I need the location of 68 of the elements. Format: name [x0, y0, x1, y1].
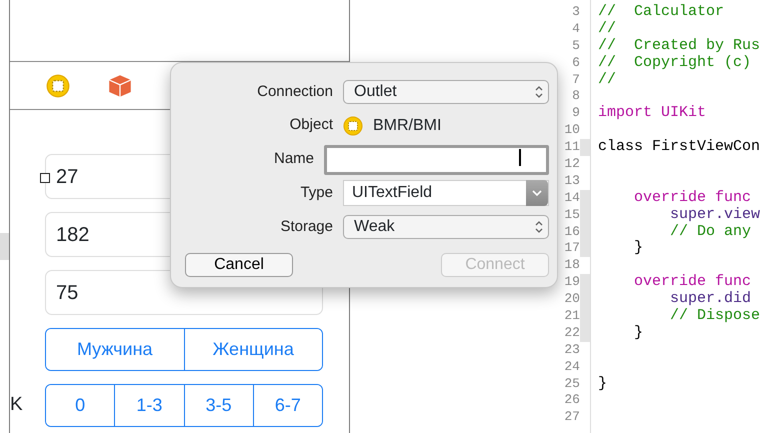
line-number: 5 — [572, 38, 580, 53]
resize-handle[interactable] — [40, 173, 50, 183]
cancel-button[interactable]: Cancel — [185, 253, 293, 277]
chevron-icon — [534, 220, 544, 234]
code-line: // Copyright (c) — [598, 54, 751, 71]
line-number: 24 — [564, 358, 580, 374]
line-number: 27 — [564, 409, 580, 424]
code-line: override func — [632, 188, 751, 206]
text-cursor — [519, 149, 520, 166]
line-number: 18 — [564, 257, 580, 272]
code-line: // Created by Rus — [598, 36, 760, 54]
segment-button[interactable]: 3-5 — [184, 385, 254, 426]
popup-button[interactable]: Outlet — [343, 80, 549, 104]
cube-icon[interactable] — [108, 74, 132, 98]
code-line: // Calculator — [598, 3, 724, 20]
line-number: 13 — [564, 172, 580, 188]
line-number: 23 — [564, 342, 580, 357]
segmented-control[interactable]: 0 1-3 3-5 6-7 — [45, 384, 323, 427]
code-line: super.did — [668, 290, 751, 308]
field-label: Object — [288, 115, 333, 136]
line-number: 8 — [572, 88, 580, 104]
line-number: 25 — [564, 376, 580, 391]
code-line: // Do any — [668, 222, 751, 240]
line-number: 14 — [564, 190, 580, 205]
line-number: 3 — [572, 4, 580, 19]
line-number: 4 — [572, 20, 580, 36]
code-line: // — [598, 20, 616, 37]
line-number: 19 — [564, 274, 580, 290]
segment-button[interactable]: 0 — [46, 385, 116, 426]
code-line: override func — [632, 273, 751, 290]
line-number: 6 — [572, 54, 580, 70]
code-line: super.view — [668, 206, 760, 223]
line-number: 21 — [564, 308, 580, 324]
object-name: BMR/BMI — [373, 116, 442, 136]
code-line: } — [632, 239, 643, 256]
segment-button[interactable]: Мужчина — [46, 329, 184, 370]
code-line: // — [598, 70, 616, 88]
line-number: 11 — [564, 139, 580, 154]
line-number: 7 — [572, 72, 580, 87]
field-label: Connection — [256, 82, 333, 102]
caret-icon[interactable] — [526, 180, 548, 206]
code-line: } — [632, 324, 643, 341]
popup-button[interactable]: Weak — [343, 215, 549, 240]
code-line: // Dispose — [668, 307, 760, 324]
line-number: 10 — [564, 122, 580, 138]
field-label: Name — [272, 149, 314, 170]
segment-button[interactable]: Женщина — [184, 329, 322, 370]
code-line: import UIKit — [598, 104, 706, 122]
view-controller-icon — [343, 116, 363, 136]
panel-band — [0, 233, 9, 260]
type-combo-box[interactable]: UITextField — [343, 180, 549, 206]
field-label: Storage — [279, 216, 333, 237]
label-text: K — [10, 392, 24, 416]
segmented-control[interactable]: Мужчина Женщина — [45, 328, 323, 371]
line-number: 17 — [564, 240, 580, 256]
line-number: 20 — [564, 291, 580, 306]
field-label: Type — [299, 183, 333, 204]
line-number: 15 — [564, 206, 580, 222]
line-number: 26 — [564, 392, 580, 408]
chevron-icon — [534, 84, 544, 99]
code-line: } — [598, 374, 607, 392]
code-line: class FirstViewCon — [598, 138, 760, 156]
view-controller-icon[interactable] — [46, 74, 70, 98]
line-number: 16 — [564, 224, 580, 239]
name-field[interactable] — [324, 144, 549, 174]
line-number: 12 — [564, 156, 580, 172]
line-number: 9 — [572, 105, 580, 120]
line-number: 22 — [564, 324, 580, 340]
